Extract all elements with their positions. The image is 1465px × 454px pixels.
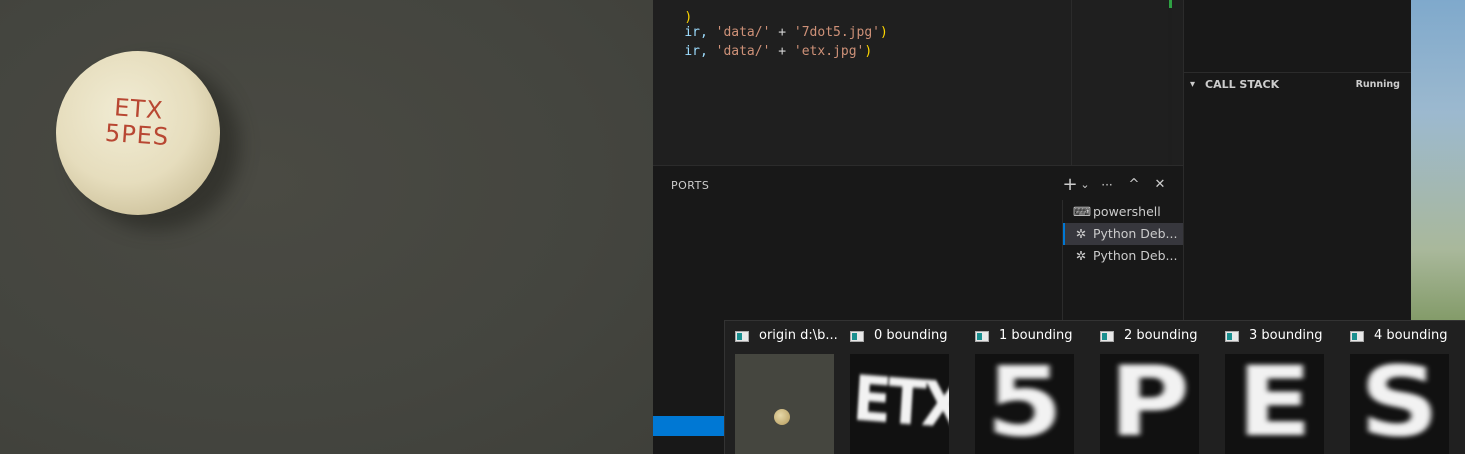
window-icon [1100,331,1114,342]
new-terminal-button[interactable]: + [1061,175,1079,195]
code-string: 'etx.jpg' [793,44,865,59]
thumbnail-title: 3 bounding [1249,328,1323,343]
code-bracket: ) [864,44,873,59]
window-icon [1225,331,1239,342]
glyph-image: 5 [986,354,1063,454]
pill-image [774,409,790,425]
thumbnail-bounding-3[interactable]: 3 bounding E [1215,321,1340,454]
pill-imprint: ETX 5PES [54,90,221,153]
debug-bug-icon: ✲ [1075,248,1087,263]
thumbnail-preview: P [1100,354,1199,454]
terminal-item-python-debug[interactable]: ✲ Python Deb... [1063,245,1184,267]
call-stack-title: CALL STACK [1205,78,1280,91]
window-icon [850,331,864,342]
call-stack-header[interactable]: ▾ CALL STACK Running [1184,72,1412,96]
thumbnail-bounding-4[interactable]: 4 bounding S [1340,321,1465,454]
terminal-item-python-debug[interactable]: ✲ Python Deb... [1063,223,1184,245]
terminal-label: Python Deb... [1093,226,1178,241]
chevron-down-icon[interactable]: ⌄ [1078,175,1092,195]
code-editor[interactable]: ) ir, 'data/' + '7dot5.jpg') ir, 'data/'… [653,0,1071,165]
terminal-label: powershell [1093,204,1161,219]
glyph-image: ETX [851,361,949,443]
glyph-image: E [1236,354,1313,454]
code-line[interactable]: ir, 'data/' + '7dot5.jpg') [653,6,888,40]
taskbar-thumbnail-strip: origin d:\b... 0 bounding ETX 1 bounding… [724,320,1465,454]
thumbnail-preview: S [1350,354,1449,454]
debug-bug-icon: ✲ [1075,226,1087,241]
thumbnail-preview [735,354,834,454]
thumbnail-title: origin d:\b... [759,328,838,343]
code-operator: + [770,44,794,59]
thumbnail-preview: E [1225,354,1324,454]
chevron-down-icon: ▾ [1190,79,1196,90]
thumbnail-title: 1 bounding [999,328,1073,343]
window-icon [735,331,749,342]
terminal-item-powershell[interactable]: ⌨ powershell [1063,201,1184,223]
terminal-label: Python Deb... [1093,248,1178,263]
code-token: ir, [684,44,716,59]
code-bracket: ) [880,25,888,40]
thumbnail-title: 2 bounding [1124,328,1198,343]
thumbnail-preview: 5 [975,354,1074,454]
call-stack-status: Running [1355,79,1400,90]
thumbnail-title: 0 bounding [874,328,948,343]
status-bar[interactable] [653,416,728,436]
terminal-icon: ⌨ [1073,204,1092,219]
editor-scrollbar[interactable] [1172,0,1183,165]
code-string: 'data/' [715,44,771,59]
more-actions-icon[interactable]: ··· [1097,175,1117,195]
thumbnail-origin[interactable]: origin d:\b... [725,321,850,454]
thumbnail-title: 4 bounding [1374,328,1448,343]
minimap[interactable] [1071,0,1168,165]
glyph-image: P [1109,354,1190,454]
tab-ports[interactable]: PORTS [671,179,709,192]
thumbnail-bounding-0[interactable]: 0 bounding ETX [840,321,965,454]
thumbnail-preview: ETX [850,354,949,454]
window-icon [1350,331,1364,342]
code-line[interactable]: ir, 'data/' + 'etx.jpg') [653,25,872,59]
image-viewer: ETX 5PES [0,0,653,454]
thumbnail-bounding-2[interactable]: 2 bounding P [1090,321,1215,454]
glyph-image: S [1359,354,1440,454]
close-panel-icon[interactable]: ✕ [1150,175,1170,195]
window-icon [975,331,989,342]
thumbnail-bounding-1[interactable]: 1 bounding 5 [965,321,1090,454]
pill-image: ETX 5PES [56,51,220,215]
maximize-panel-icon[interactable]: ^ [1124,175,1144,195]
